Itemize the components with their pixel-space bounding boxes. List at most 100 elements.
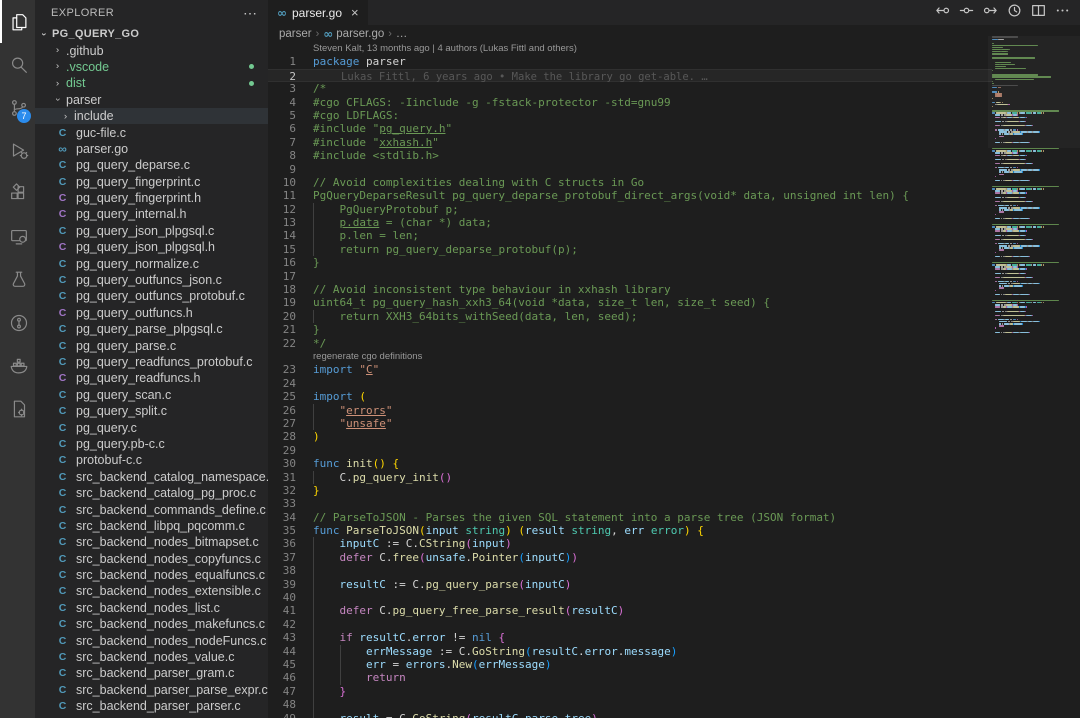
code-line[interactable]: 39resultC := C.pg_query_parse(inputC) [268, 578, 992, 591]
line-number[interactable]: 15 [268, 243, 296, 256]
code-line[interactable]: 5#cgo LDFLAGS: [268, 109, 992, 122]
line-number[interactable]: 8 [268, 149, 296, 162]
line-number[interactable]: 21 [268, 323, 296, 336]
line-number[interactable]: 27 [268, 417, 296, 430]
code-line[interactable]: 3/* [268, 82, 992, 95]
tree-item-pg-query-fingerprint-c[interactable]: Cpg_query_fingerprint.c [35, 174, 268, 190]
line-number[interactable]: 9 [268, 163, 296, 176]
close-tab-icon[interactable]: × [351, 5, 359, 20]
code-line[interactable]: 22*/ [268, 337, 992, 350]
line-number[interactable]: 49 [268, 712, 296, 718]
open-changes-icon[interactable] [959, 3, 974, 23]
line-number[interactable]: 35 [268, 524, 296, 537]
remote-explorer-icon[interactable] [0, 215, 35, 258]
code-line[interactable]: 28) [268, 430, 992, 443]
tree-item-protobuf-c-c[interactable]: Cprotobuf-c.c [35, 452, 268, 468]
code-line[interactable]: 29 [268, 444, 992, 457]
code-line[interactable]: 33 [268, 497, 992, 510]
explorer-icon[interactable] [0, 0, 35, 43]
line-number[interactable]: 23 [268, 363, 296, 376]
code-line[interactable]: 13p.data = (char *) data; [268, 216, 992, 229]
code-line[interactable]: 27"unsafe" [268, 417, 992, 430]
tree-item-src-backend-nodes-copyfuncs-c[interactable]: Csrc_backend_nodes_copyfuncs.c [35, 551, 268, 567]
tree-item-pg-query-outfuncs-h[interactable]: Cpg_query_outfuncs.h [35, 305, 268, 321]
line-number[interactable]: 40 [268, 591, 296, 604]
code-line[interactable]: 6#include "pg_query.h" [268, 122, 992, 135]
tree-item-include[interactable]: ›include [35, 108, 268, 124]
tree-item-pg-query-outfuncs-json-c[interactable]: Cpg_query_outfuncs_json.c [35, 272, 268, 288]
line-number[interactable]: 19 [268, 296, 296, 309]
docker-icon[interactable] [0, 344, 35, 387]
tree-item-pg-query-fingerprint-h[interactable]: Cpg_query_fingerprint.h [35, 190, 268, 206]
code-line[interactable]: 35func ParseToJSON(input string) (result… [268, 524, 992, 537]
code-line[interactable]: 8#include <stdlib.h> [268, 149, 992, 162]
line-number[interactable]: 36 [268, 537, 296, 550]
breadcrumb-item[interactable]: ∞parser.go [323, 27, 384, 41]
line-number[interactable]: 31 [268, 471, 296, 484]
line-number[interactable]: 38 [268, 564, 296, 577]
code-line[interactable]: 46return [268, 671, 992, 684]
code-line[interactable]: 15return pg_query_deparse_protobuf(p); [268, 243, 992, 256]
line-number[interactable]: 42 [268, 618, 296, 631]
line-number[interactable]: 41 [268, 604, 296, 617]
codelens-row[interactable]: Steven Kalt, 13 months ago | 4 authors (… [268, 42, 992, 55]
code-line[interactable]: 43if resultC.error != nil { [268, 631, 992, 644]
tree-item--github[interactable]: ›.github [35, 42, 268, 58]
line-number[interactable]: 24 [268, 377, 296, 390]
tree-item-src-backend-nodes-makefuncs-c[interactable]: Csrc_backend_nodes_makefuncs.c [35, 616, 268, 632]
tree-item-pg-query-readfuncs-protobuf-c[interactable]: Cpg_query_readfuncs_protobuf.c [35, 354, 268, 370]
line-number[interactable]: 6 [268, 122, 296, 135]
split-editor-icon[interactable] [1031, 3, 1046, 23]
tree-item-src-backend-nodes-nodefuncs-c[interactable]: Csrc_backend_nodes_nodeFuncs.c [35, 632, 268, 648]
line-number[interactable]: 10 [268, 176, 296, 189]
tree-item-src-backend-nodes-list-c[interactable]: Csrc_backend_nodes_list.c [35, 600, 268, 616]
tree-item-pg-query-readfuncs-h[interactable]: Cpg_query_readfuncs.h [35, 370, 268, 386]
tree-item-pg-query-parse-plpgsql-c[interactable]: Cpg_query_parse_plpgsql.c [35, 321, 268, 337]
code-line[interactable]: 31C.pg_query_init() [268, 471, 992, 484]
code-line[interactable]: 25import ( [268, 390, 992, 403]
line-number[interactable]: 25 [268, 390, 296, 403]
gitlens-icon[interactable] [0, 301, 35, 344]
line-number[interactable]: 45 [268, 658, 296, 671]
line-number[interactable]: 14 [268, 229, 296, 242]
tree-root-pg-query-go[interactable]: ›PG_QUERY_GO [35, 26, 268, 42]
tree-item-parser-go[interactable]: ∞parser.go [35, 141, 268, 157]
run-debug-icon[interactable] [0, 129, 35, 172]
open-changes-previous-icon[interactable] [935, 3, 950, 23]
tree-item-pg-query-json-plpgsql-c[interactable]: Cpg_query_json_plpgsql.c [35, 223, 268, 239]
line-number[interactable]: 3 [268, 82, 296, 95]
file-settings-icon[interactable] [0, 387, 35, 430]
code-line[interactable]: 14p.len = len; [268, 229, 992, 242]
line-number[interactable]: 34 [268, 511, 296, 524]
search-icon[interactable] [0, 43, 35, 86]
line-number[interactable]: 12 [268, 203, 296, 216]
more-actions-icon[interactable]: ⋯ [243, 5, 258, 22]
tree-item-pg-query-normalize-c[interactable]: Cpg_query_normalize.c [35, 255, 268, 271]
codelens-row[interactable]: regenerate cgo definitions [268, 350, 992, 363]
code-line[interactable]: 41defer C.pg_query_free_parse_result(res… [268, 604, 992, 617]
line-number[interactable]: 44 [268, 645, 296, 658]
code-line[interactable]: 49result = C.GoString(resultC.parse_tree… [268, 712, 992, 718]
code-line[interactable]: 38 [268, 564, 992, 577]
line-number[interactable]: 33 [268, 497, 296, 510]
code-line[interactable]: 19uint64_t pg_query_hash_xxh3_64(void *d… [268, 296, 992, 309]
breadcrumb-item[interactable]: … [396, 28, 408, 40]
line-number[interactable]: 39 [268, 578, 296, 591]
file-history-icon[interactable] [1007, 3, 1022, 23]
code-line[interactable]: 40 [268, 591, 992, 604]
tree-item-pg-query-deparse-c[interactable]: Cpg_query_deparse.c [35, 157, 268, 173]
code-line[interactable]: 7#include "xxhash.h" [268, 136, 992, 149]
line-number[interactable]: 46 [268, 671, 296, 684]
line-number[interactable]: 1 [268, 55, 296, 68]
minimap-slider[interactable] [988, 36, 1080, 148]
line-number[interactable]: 43 [268, 631, 296, 644]
tree-item-src-backend-nodes-equalfuncs-c[interactable]: Csrc_backend_nodes_equalfuncs.c [35, 567, 268, 583]
code-line[interactable]: 24 [268, 377, 992, 390]
line-number[interactable]: 7 [268, 136, 296, 149]
line-number[interactable]: 20 [268, 310, 296, 323]
extensions-icon[interactable] [0, 172, 35, 215]
tree-item-pg-query-json-plpgsql-h[interactable]: Cpg_query_json_plpgsql.h [35, 239, 268, 255]
line-number[interactable]: 5 [268, 109, 296, 122]
tree-item-pg-query-pb-c-c[interactable]: Cpg_query.pb-c.c [35, 436, 268, 452]
code-line[interactable]: 36inputC := C.CString(input) [268, 537, 992, 550]
